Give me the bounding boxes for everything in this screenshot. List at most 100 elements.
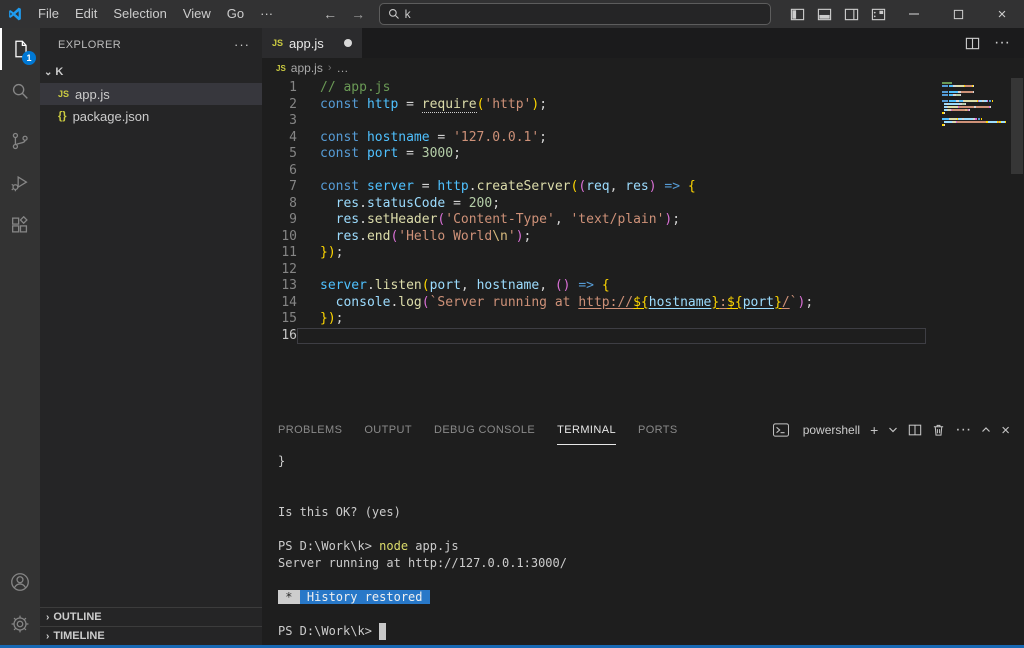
modified-dot-icon[interactable] bbox=[344, 39, 352, 47]
outline-section[interactable]: › OUTLINE bbox=[40, 607, 262, 626]
panel-header: PROBLEMS OUTPUT DEBUG CONSOLE TERMINAL P… bbox=[262, 415, 1024, 445]
minimap-row bbox=[942, 106, 1008, 108]
terminal-line: Is this OK? (yes) bbox=[278, 504, 1024, 521]
js-file-icon: JS bbox=[272, 38, 283, 48]
run-and-debug-icon[interactable] bbox=[0, 162, 40, 204]
menu-selection[interactable]: Selection bbox=[105, 0, 174, 28]
split-editor-icon[interactable] bbox=[965, 36, 980, 51]
explorer-more-actions-icon[interactable]: ··· bbox=[234, 37, 250, 52]
customize-layout-icon[interactable] bbox=[865, 0, 892, 28]
vscode-logo-icon bbox=[0, 6, 30, 22]
timeline-section[interactable]: › TIMELINE bbox=[40, 626, 262, 645]
maximize-button[interactable] bbox=[936, 0, 980, 28]
kill-terminal-icon[interactable] bbox=[932, 423, 945, 437]
minimap-row bbox=[942, 115, 1008, 117]
bottom-panel: PROBLEMS OUTPUT DEBUG CONSOLE TERMINAL P… bbox=[262, 415, 1024, 645]
tab-problems[interactable]: PROBLEMS bbox=[278, 415, 342, 445]
code-line: 9 res.setHeader('Content-Type', 'text/pl… bbox=[262, 212, 1024, 229]
search-icon bbox=[388, 8, 400, 20]
section-label: OUTLINE bbox=[53, 611, 101, 623]
minimap-row bbox=[942, 103, 1008, 105]
close-panel-icon[interactable]: × bbox=[1001, 422, 1010, 439]
toggle-panel-icon[interactable] bbox=[811, 0, 838, 28]
terminal-dropdown-icon[interactable] bbox=[888, 425, 898, 435]
title-bar: File Edit Selection View Go ··· ← → k bbox=[0, 0, 1024, 28]
js-file-icon: JS bbox=[58, 89, 69, 99]
source-control-icon[interactable] bbox=[0, 120, 40, 162]
breadcrumb-file[interactable]: app.js bbox=[291, 61, 323, 75]
navigate-back-icon[interactable]: ← bbox=[323, 6, 337, 22]
menu-view[interactable]: View bbox=[175, 0, 219, 28]
menu-more[interactable]: ··· bbox=[252, 0, 281, 28]
file-row-appjs[interactable]: JS app.js bbox=[40, 83, 262, 105]
minimap-row bbox=[942, 85, 1008, 87]
file-name: package.json bbox=[73, 109, 150, 124]
navigate-forward-icon[interactable]: → bbox=[351, 6, 365, 22]
minimap[interactable] bbox=[942, 82, 1008, 130]
close-button[interactable]: × bbox=[980, 0, 1024, 28]
breadcrumb-symbol[interactable]: … bbox=[337, 61, 349, 75]
folder-name: K bbox=[55, 66, 63, 78]
tab-ports[interactable]: PORTS bbox=[638, 415, 678, 445]
toggle-secondary-sidebar-icon[interactable] bbox=[838, 0, 865, 28]
settings-gear-icon[interactable] bbox=[0, 603, 40, 645]
code-line: 16 bbox=[262, 328, 1024, 345]
js-file-icon: JS bbox=[276, 64, 286, 73]
json-file-icon: {} bbox=[58, 110, 67, 122]
minimap-row bbox=[942, 121, 1008, 123]
command-center-search[interactable]: k bbox=[379, 3, 771, 25]
code-line: 4const hostname = '127.0.0.1'; bbox=[262, 130, 1024, 147]
explorer-sidebar: EXPLORER ··· ⌄ K JS app.js {} package.js… bbox=[40, 28, 262, 645]
search-view-icon[interactable] bbox=[0, 70, 40, 112]
chevron-right-icon: › bbox=[46, 631, 49, 642]
menu-go[interactable]: Go bbox=[219, 0, 252, 28]
editor-more-actions-icon[interactable]: ··· bbox=[994, 34, 1010, 52]
code-line: 11}); bbox=[262, 245, 1024, 262]
toggle-sidebar-icon[interactable] bbox=[784, 0, 811, 28]
extensions-icon[interactable] bbox=[0, 204, 40, 246]
code-line: 8 res.statusCode = 200; bbox=[262, 196, 1024, 213]
menu-file[interactable]: File bbox=[30, 0, 67, 28]
panel-more-actions-icon[interactable]: ··· bbox=[955, 421, 971, 439]
file-name: app.js bbox=[75, 87, 110, 102]
terminal-line: * History restored bbox=[278, 589, 1024, 606]
tab-debug-console[interactable]: DEBUG CONSOLE bbox=[434, 415, 535, 445]
activity-bar: 1 bbox=[0, 28, 40, 645]
editor-tab-bar: JS app.js ··· bbox=[262, 28, 1024, 58]
tab-output[interactable]: OUTPUT bbox=[364, 415, 412, 445]
code-line: 12 bbox=[262, 262, 1024, 279]
folder-row-k[interactable]: ⌄ K bbox=[40, 61, 262, 83]
file-row-packagejson[interactable]: {} package.json bbox=[40, 105, 262, 127]
chevron-right-icon: › bbox=[328, 62, 332, 74]
minimize-button[interactable] bbox=[892, 0, 936, 28]
tab-terminal[interactable]: TERMINAL bbox=[557, 415, 616, 445]
explorer-icon[interactable]: 1 bbox=[0, 28, 40, 70]
maximize-panel-icon[interactable] bbox=[981, 425, 991, 435]
shell-label[interactable]: powershell bbox=[803, 423, 860, 437]
terminal-line bbox=[278, 521, 1024, 538]
scrollbar-slider[interactable] bbox=[1011, 78, 1023, 174]
new-terminal-icon[interactable]: + bbox=[870, 423, 878, 437]
terminal-output[interactable]: }Is this OK? (yes)PS D:\Work\k> node app… bbox=[262, 445, 1024, 645]
search-value: k bbox=[405, 7, 411, 21]
minimap-row bbox=[942, 118, 1008, 120]
menu-edit[interactable]: Edit bbox=[67, 0, 105, 28]
terminal-line bbox=[278, 487, 1024, 504]
tab-appjs[interactable]: JS app.js bbox=[262, 28, 362, 58]
account-icon[interactable] bbox=[0, 561, 40, 603]
code-line: 13server.listen(port, hostname, () => { bbox=[262, 278, 1024, 295]
chevron-right-icon: › bbox=[46, 612, 49, 623]
minimap-row bbox=[942, 100, 1008, 102]
editor-scrollbar[interactable] bbox=[1010, 78, 1024, 415]
minimap-row bbox=[942, 124, 1008, 126]
code-editor[interactable]: 1// app.js2const http = require('http');… bbox=[262, 78, 1024, 415]
section-label: TIMELINE bbox=[53, 630, 104, 642]
code-line: 7const server = http.createServer((req, … bbox=[262, 179, 1024, 196]
terminal-line: PS D:\Work\k> node app.js bbox=[278, 538, 1024, 555]
minimap-row bbox=[942, 109, 1008, 111]
minimap-row bbox=[942, 94, 1008, 96]
terminal-line: PS D:\Work\k> bbox=[278, 623, 1024, 640]
minimap-row bbox=[942, 112, 1008, 114]
vscode-window: File Edit Selection View Go ··· ← → k bbox=[0, 0, 1024, 648]
split-terminal-icon[interactable] bbox=[908, 423, 922, 437]
